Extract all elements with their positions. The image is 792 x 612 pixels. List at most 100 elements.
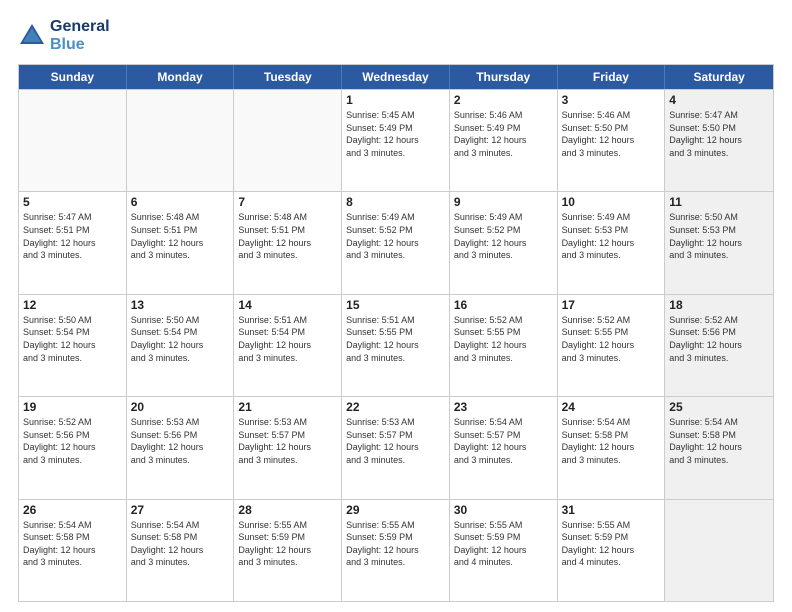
calendar-cell: 6 Sunrise: 5:48 AMSunset: 5:51 PMDaylight… (127, 192, 235, 293)
calendar-cell: 28 Sunrise: 5:55 AMSunset: 5:59 PMDayligh… (234, 500, 342, 601)
cell-info: Sunrise: 5:49 AMSunset: 5:52 PMDaylight:… (346, 211, 445, 261)
day-number: 20 (131, 400, 230, 414)
day-number: 17 (562, 298, 661, 312)
cell-info: Sunrise: 5:54 AMSunset: 5:58 PMDaylight:… (131, 519, 230, 569)
calendar-cell: 24Sunrise: 5:54 AMSunset: 5:58 PMDayligh… (558, 397, 666, 498)
day-number: 6 (131, 195, 230, 209)
cell-info: Sunrise: 5:50 AMSunset: 5:54 PMDaylight:… (23, 314, 122, 364)
calendar-cell (19, 90, 127, 191)
weekday-header-sunday: Sunday (19, 65, 127, 89)
calendar-cell (127, 90, 235, 191)
cell-info: Sunrise: 5:52 AMSunset: 5:56 PMDaylight:… (669, 314, 769, 364)
day-number: 26 (23, 503, 122, 517)
calendar-cell: 26 Sunrise: 5:54 AMSunset: 5:58 PMDayligh… (19, 500, 127, 601)
weekday-header-saturday: Saturday (665, 65, 773, 89)
header: General Blue (18, 18, 774, 54)
calendar-cell: 4 Sunrise: 5:47 AMSunset: 5:50 PMDaylight… (665, 90, 773, 191)
calendar-row-2: 12Sunrise: 5:50 AMSunset: 5:54 PMDayligh… (19, 294, 773, 396)
calendar-cell: 2 Sunrise: 5:46 AMSunset: 5:49 PMDaylight… (450, 90, 558, 191)
cell-info: Sunrise: 5:47 AMSunset: 5:51 PMDaylight:… (23, 211, 122, 261)
cell-info: Sunrise: 5:45 AMSunset: 5:49 PMDaylight:… (346, 109, 445, 159)
calendar-cell: 22 Sunrise: 5:53 AMSunset: 5:57 PMDayligh… (342, 397, 450, 498)
day-number: 8 (346, 195, 445, 209)
calendar-cell: 18 Sunrise: 5:52 AMSunset: 5:56 PMDayligh… (665, 295, 773, 396)
weekday-header-monday: Monday (127, 65, 235, 89)
calendar-cell (665, 500, 773, 601)
calendar-cell: 25Sunrise: 5:54 AMSunset: 5:58 PMDayligh… (665, 397, 773, 498)
page: General Blue SundayMondayTuesdayWednesda… (0, 0, 792, 612)
calendar-row-4: 26 Sunrise: 5:54 AMSunset: 5:58 PMDayligh… (19, 499, 773, 601)
cell-info: Sunrise: 5:54 AMSunset: 5:57 PMDaylight:… (454, 416, 553, 466)
cell-info: Sunrise: 5:53 AMSunset: 5:57 PMDaylight:… (346, 416, 445, 466)
cell-info: Sunrise: 5:47 AMSunset: 5:50 PMDaylight:… (669, 109, 769, 159)
cell-info: Sunrise: 5:54 AMSunset: 5:58 PMDaylight:… (562, 416, 661, 466)
logo-text: General Blue (50, 18, 110, 54)
cell-info: Sunrise: 5:48 AMSunset: 5:51 PMDaylight:… (238, 211, 337, 261)
weekday-header-friday: Friday (558, 65, 666, 89)
calendar-cell: 8 Sunrise: 5:49 AMSunset: 5:52 PMDaylight… (342, 192, 450, 293)
logo-icon (18, 22, 46, 50)
logo: General Blue (18, 18, 110, 54)
weekday-header-tuesday: Tuesday (234, 65, 342, 89)
day-number: 14 (238, 298, 337, 312)
day-number: 3 (562, 93, 661, 107)
calendar-cell: 17 Sunrise: 5:52 AMSunset: 5:55 PMDayligh… (558, 295, 666, 396)
cell-info: Sunrise: 5:51 AMSunset: 5:54 PMDaylight:… (238, 314, 337, 364)
day-number: 11 (669, 195, 769, 209)
day-number: 29 (346, 503, 445, 517)
cell-info: Sunrise: 5:53 AMSunset: 5:56 PMDaylight:… (131, 416, 230, 466)
day-number: 28 (238, 503, 337, 517)
cell-info: Sunrise: 5:52 AMSunset: 5:55 PMDaylight:… (454, 314, 553, 364)
day-number: 25 (669, 400, 769, 414)
calendar-header: SundayMondayTuesdayWednesdayThursdayFrid… (19, 65, 773, 89)
day-number: 10 (562, 195, 661, 209)
cell-info: Sunrise: 5:50 AMSunset: 5:54 PMDaylight:… (131, 314, 230, 364)
cell-info: Sunrise: 5:52 AMSunset: 5:56 PMDaylight:… (23, 416, 122, 466)
day-number: 7 (238, 195, 337, 209)
cell-info: Sunrise: 5:48 AMSunset: 5:51 PMDaylight:… (131, 211, 230, 261)
calendar-cell: 27 Sunrise: 5:54 AMSunset: 5:58 PMDayligh… (127, 500, 235, 601)
calendar: SundayMondayTuesdayWednesdayThursdayFrid… (18, 64, 774, 602)
calendar-cell: 1 Sunrise: 5:45 AMSunset: 5:49 PMDaylight… (342, 90, 450, 191)
calendar-body: 1 Sunrise: 5:45 AMSunset: 5:49 PMDaylight… (19, 89, 773, 601)
calendar-cell: 30 Sunrise: 5:55 AMSunset: 5:59 PMDayligh… (450, 500, 558, 601)
cell-info: Sunrise: 5:55 AMSunset: 5:59 PMDaylight:… (238, 519, 337, 569)
cell-info: Sunrise: 5:46 AMSunset: 5:49 PMDaylight:… (454, 109, 553, 159)
day-number: 30 (454, 503, 553, 517)
calendar-cell: 12Sunrise: 5:50 AMSunset: 5:54 PMDayligh… (19, 295, 127, 396)
day-number: 2 (454, 93, 553, 107)
calendar-cell: 10Sunrise: 5:49 AMSunset: 5:53 PMDayligh… (558, 192, 666, 293)
calendar-cell: 14 Sunrise: 5:51 AMSunset: 5:54 PMDayligh… (234, 295, 342, 396)
calendar-row-3: 19 Sunrise: 5:52 AMSunset: 5:56 PMDayligh… (19, 396, 773, 498)
calendar-cell: 21 Sunrise: 5:53 AMSunset: 5:57 PMDayligh… (234, 397, 342, 498)
day-number: 22 (346, 400, 445, 414)
day-number: 21 (238, 400, 337, 414)
cell-info: Sunrise: 5:55 AMSunset: 5:59 PMDaylight:… (562, 519, 661, 569)
day-number: 31 (562, 503, 661, 517)
calendar-cell: 31 Sunrise: 5:55 AMSunset: 5:59 PMDayligh… (558, 500, 666, 601)
cell-info: Sunrise: 5:46 AMSunset: 5:50 PMDaylight:… (562, 109, 661, 159)
calendar-row-1: 5Sunrise: 5:47 AMSunset: 5:51 PMDaylight… (19, 191, 773, 293)
weekday-header-wednesday: Wednesday (342, 65, 450, 89)
calendar-cell: 9Sunrise: 5:49 AMSunset: 5:52 PMDaylight… (450, 192, 558, 293)
calendar-cell: 11 Sunrise: 5:50 AMSunset: 5:53 PMDayligh… (665, 192, 773, 293)
calendar-cell: 15Sunrise: 5:51 AMSunset: 5:55 PMDayligh… (342, 295, 450, 396)
day-number: 13 (131, 298, 230, 312)
calendar-cell: 16Sunrise: 5:52 AMSunset: 5:55 PMDayligh… (450, 295, 558, 396)
day-number: 4 (669, 93, 769, 107)
cell-info: Sunrise: 5:50 AMSunset: 5:53 PMDaylight:… (669, 211, 769, 261)
day-number: 18 (669, 298, 769, 312)
cell-info: Sunrise: 5:54 AMSunset: 5:58 PMDaylight:… (23, 519, 122, 569)
cell-info: Sunrise: 5:49 AMSunset: 5:52 PMDaylight:… (454, 211, 553, 261)
cell-info: Sunrise: 5:52 AMSunset: 5:55 PMDaylight:… (562, 314, 661, 364)
calendar-cell: 5Sunrise: 5:47 AMSunset: 5:51 PMDaylight… (19, 192, 127, 293)
day-number: 1 (346, 93, 445, 107)
calendar-cell: 13 Sunrise: 5:50 AMSunset: 5:54 PMDayligh… (127, 295, 235, 396)
calendar-cell: 20 Sunrise: 5:53 AMSunset: 5:56 PMDayligh… (127, 397, 235, 498)
cell-info: Sunrise: 5:55 AMSunset: 5:59 PMDaylight:… (454, 519, 553, 569)
weekday-header-thursday: Thursday (450, 65, 558, 89)
day-number: 23 (454, 400, 553, 414)
day-number: 27 (131, 503, 230, 517)
cell-info: Sunrise: 5:53 AMSunset: 5:57 PMDaylight:… (238, 416, 337, 466)
day-number: 19 (23, 400, 122, 414)
